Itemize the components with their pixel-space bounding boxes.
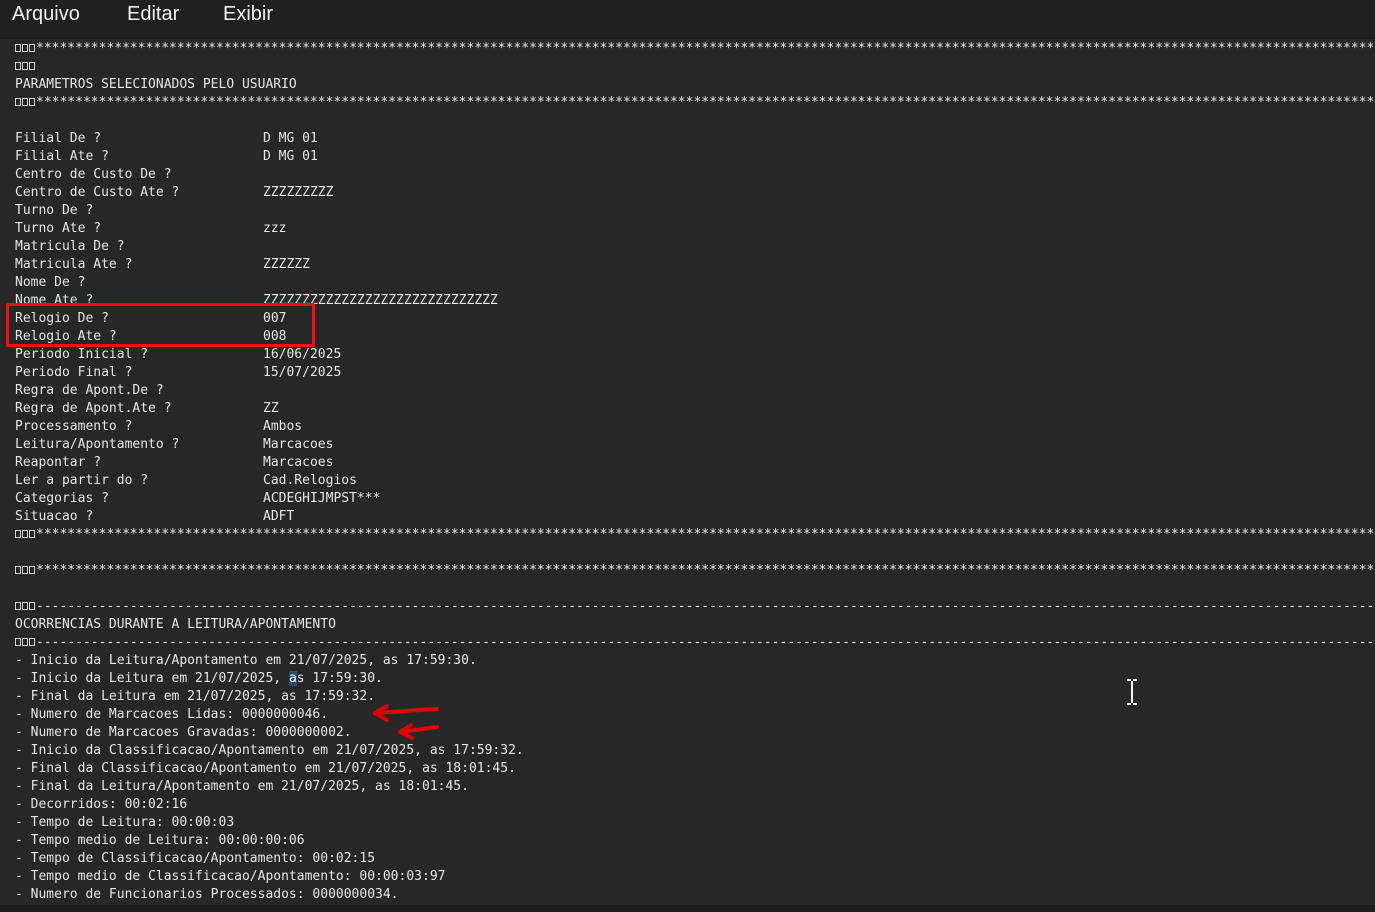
param-label: Periodo Inicial ? bbox=[15, 347, 149, 362]
param-label: Periodo Final ? bbox=[15, 365, 133, 380]
separator-stars: ****************************************… bbox=[15, 526, 1375, 544]
param-value: 15/07/2025 bbox=[263, 365, 342, 380]
menu-editar[interactable]: Editar bbox=[127, 3, 179, 26]
occurrence-line: - Decorridos: 00:02:16 bbox=[15, 797, 188, 812]
param-label: Filial De ? bbox=[15, 131, 102, 146]
occurrence-line: - Inicio da Leitura/Apontamento em 21/07… bbox=[15, 653, 477, 668]
param-label: Situacao ? bbox=[15, 509, 94, 524]
occurrence-line: - Final da Classificacao/Apontamento em … bbox=[15, 761, 516, 776]
param-value: zzz bbox=[263, 221, 287, 236]
i-beam-cursor-icon bbox=[1127, 679, 1137, 705]
param-label: Turno De ? bbox=[15, 203, 94, 218]
separator-stars: ****************************************… bbox=[15, 562, 1375, 580]
param-value: 16/06/2025 bbox=[263, 347, 342, 362]
param-label: Regra de Apont.De ? bbox=[15, 383, 164, 398]
control-character-glyph bbox=[15, 58, 1375, 76]
occurrence-line: - Numero de Funcionarios Processados: 00… bbox=[15, 887, 399, 902]
menu-arquivo[interactable]: Arquivo bbox=[12, 3, 80, 26]
param-label: Centro de Custo De ? bbox=[15, 167, 172, 182]
occurrence-line: - Tempo medio de Classificacao/Apontamen… bbox=[15, 869, 446, 884]
param-value: ZZZZZZ bbox=[263, 257, 310, 272]
param-label: Nome De ? bbox=[15, 275, 86, 290]
param-label: Centro de Custo Ate ? bbox=[15, 185, 180, 200]
text-editor-area[interactable]: PARAMETROS SELECIONADOS PELO USUARIO Fil… bbox=[0, 39, 1375, 905]
param-label: Matricula Ate ? bbox=[15, 257, 133, 272]
header-title: PARAMETROS SELECIONADOS PELO USUARIO bbox=[15, 77, 297, 92]
occurrences-title: OCORRENCIAS DURANTE A LEITURA/APONTAMENT… bbox=[15, 617, 336, 632]
param-label: Ler a partir do ? bbox=[15, 473, 149, 488]
occurrence-line: - Final da Leitura em 21/07/2025, as 17:… bbox=[15, 689, 376, 704]
occurrence-line: - Tempo de Leitura: 00:00:03 bbox=[15, 815, 235, 830]
occurrence-line: - Inicio da Classificacao/Apontamento em… bbox=[15, 743, 524, 758]
arrow-icon bbox=[373, 704, 439, 740]
occurrence-line: - Numero de Marcacoes Lidas: 0000000046. bbox=[15, 707, 329, 722]
param-label: Turno Ate ? bbox=[15, 221, 102, 236]
param-value: D MG 01 bbox=[263, 149, 318, 164]
param-label: Matricula De ? bbox=[15, 239, 125, 254]
param-value: Marcacoes bbox=[263, 437, 334, 452]
param-label: Leitura/Apontamento ? bbox=[15, 437, 180, 452]
param-value: D MG 01 bbox=[263, 131, 318, 146]
param-label: Filial Ate ? bbox=[15, 149, 109, 164]
separator-dashes: ----------------------------------------… bbox=[15, 598, 1375, 616]
param-value: Marcacoes bbox=[263, 455, 334, 470]
param-value: ACDEGHIJMPST*** bbox=[263, 491, 381, 506]
relogio-highlight-box bbox=[6, 303, 315, 347]
param-value: Cad.Relogios bbox=[263, 473, 357, 488]
separator-stars: ****************************************… bbox=[15, 40, 1375, 58]
param-value: ADFT bbox=[263, 509, 295, 524]
occurrence-line: - Inicio da Leitura em 21/07/2025, as 17… bbox=[15, 671, 383, 686]
param-label: Processamento ? bbox=[15, 419, 133, 434]
param-label: Categorias ? bbox=[15, 491, 109, 506]
separator-stars: ****************************************… bbox=[15, 94, 1375, 112]
param-value: ZZZZZZZZZ bbox=[263, 185, 334, 200]
text-selection: a bbox=[288, 671, 297, 686]
param-label: Regra de Apont.Ate ? bbox=[15, 401, 172, 416]
separator-dashes: ----------------------------------------… bbox=[15, 634, 1375, 652]
occurrence-line: - Numero de Marcacoes Gravadas: 00000000… bbox=[15, 725, 352, 740]
menu-bar: Arquivo Editar Exibir bbox=[0, 0, 1375, 39]
occurrence-line: - Tempo medio de Leitura: 00:00:00:06 bbox=[15, 833, 305, 848]
status-strip bbox=[0, 905, 1375, 912]
occurrence-line: - Final da Leitura/Apontamento em 21/07/… bbox=[15, 779, 469, 794]
param-value: Ambos bbox=[263, 419, 303, 434]
menu-exibir[interactable]: Exibir bbox=[223, 3, 273, 26]
occurrence-line: - Tempo de Classificacao/Apontamento: 00… bbox=[15, 851, 376, 866]
param-label: Reapontar ? bbox=[15, 455, 102, 470]
param-value: ZZ bbox=[263, 401, 279, 416]
